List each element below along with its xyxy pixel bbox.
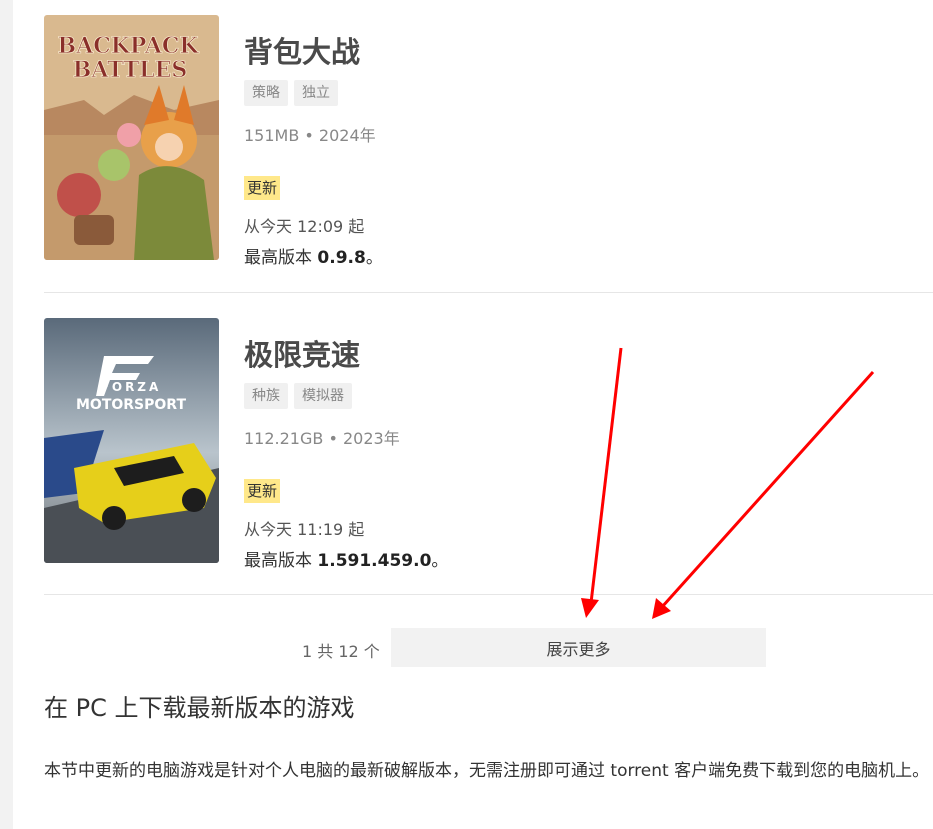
- tag-strategy[interactable]: 策略: [244, 80, 288, 106]
- show-more-button[interactable]: 展示更多: [391, 628, 766, 667]
- game-meta: 151MB • 2024年: [244, 126, 376, 145]
- version-prefix: 最高版本: [244, 248, 318, 268]
- game-cover-backpack-battles[interactable]: BACKPACK BATTLES: [44, 15, 219, 260]
- cover-logo-line2: MOTORSPORT: [76, 397, 186, 413]
- latest-version: 最高版本 1.591.459.0。: [244, 546, 448, 571]
- left-rail: [0, 0, 13, 829]
- update-badge: 更新: [244, 479, 281, 503]
- tag-simulator[interactable]: 模拟器: [294, 383, 352, 409]
- tag-list: 种族 模拟器: [244, 383, 352, 409]
- game-card-backpack-battles[interactable]: BACKPACK BATTLES 背包大战 策略 独立 151MB • 2024…: [44, 15, 933, 268]
- tag-indie[interactable]: 独立: [294, 80, 338, 106]
- cover-logo-line1: BACKPACK: [58, 33, 200, 59]
- section-heading: 在 PC 上下载最新版本的游戏: [44, 694, 355, 722]
- game-cover-forza-motorsport[interactable]: FORZA MOTORSPORT: [44, 318, 219, 563]
- update-badge: 更新: [244, 176, 281, 200]
- update-time: 从今天 11:19 起: [244, 520, 365, 539]
- cover-logo-line2: BATTLES: [73, 57, 188, 83]
- card-divider: [44, 292, 933, 293]
- tag-list: 策略 独立: [244, 80, 338, 106]
- game-card-forza-motorsport[interactable]: FORZA MOTORSPORT 极限竞速 种族 模拟器 112.21GB • …: [44, 318, 933, 571]
- update-time: 从今天 12:09 起: [244, 217, 365, 236]
- annotation-arrowhead-1: [581, 598, 599, 618]
- game-title[interactable]: 背包大战: [244, 29, 360, 71]
- version-number: 0.9.8: [317, 248, 366, 268]
- latest-version: 最高版本 0.9.8。: [244, 243, 383, 268]
- section-description: 本节中更新的电脑游戏是针对个人电脑的最新破解版本，无需注册即可通过 torren…: [44, 761, 930, 781]
- card-divider: [44, 594, 933, 595]
- game-title[interactable]: 极限竞速: [244, 332, 360, 374]
- pagination-count: 1 共 12 个: [302, 642, 380, 661]
- annotation-arrowhead-2: [652, 598, 671, 619]
- version-suffix: 。: [365, 248, 383, 268]
- cover-logo-line1: FORZA: [101, 380, 162, 394]
- version-suffix: 。: [431, 551, 449, 571]
- version-number: 1.591.459.0: [317, 551, 432, 571]
- game-meta: 112.21GB • 2023年: [244, 429, 400, 448]
- tag-racing[interactable]: 种族: [244, 383, 288, 409]
- version-prefix: 最高版本: [244, 551, 318, 571]
